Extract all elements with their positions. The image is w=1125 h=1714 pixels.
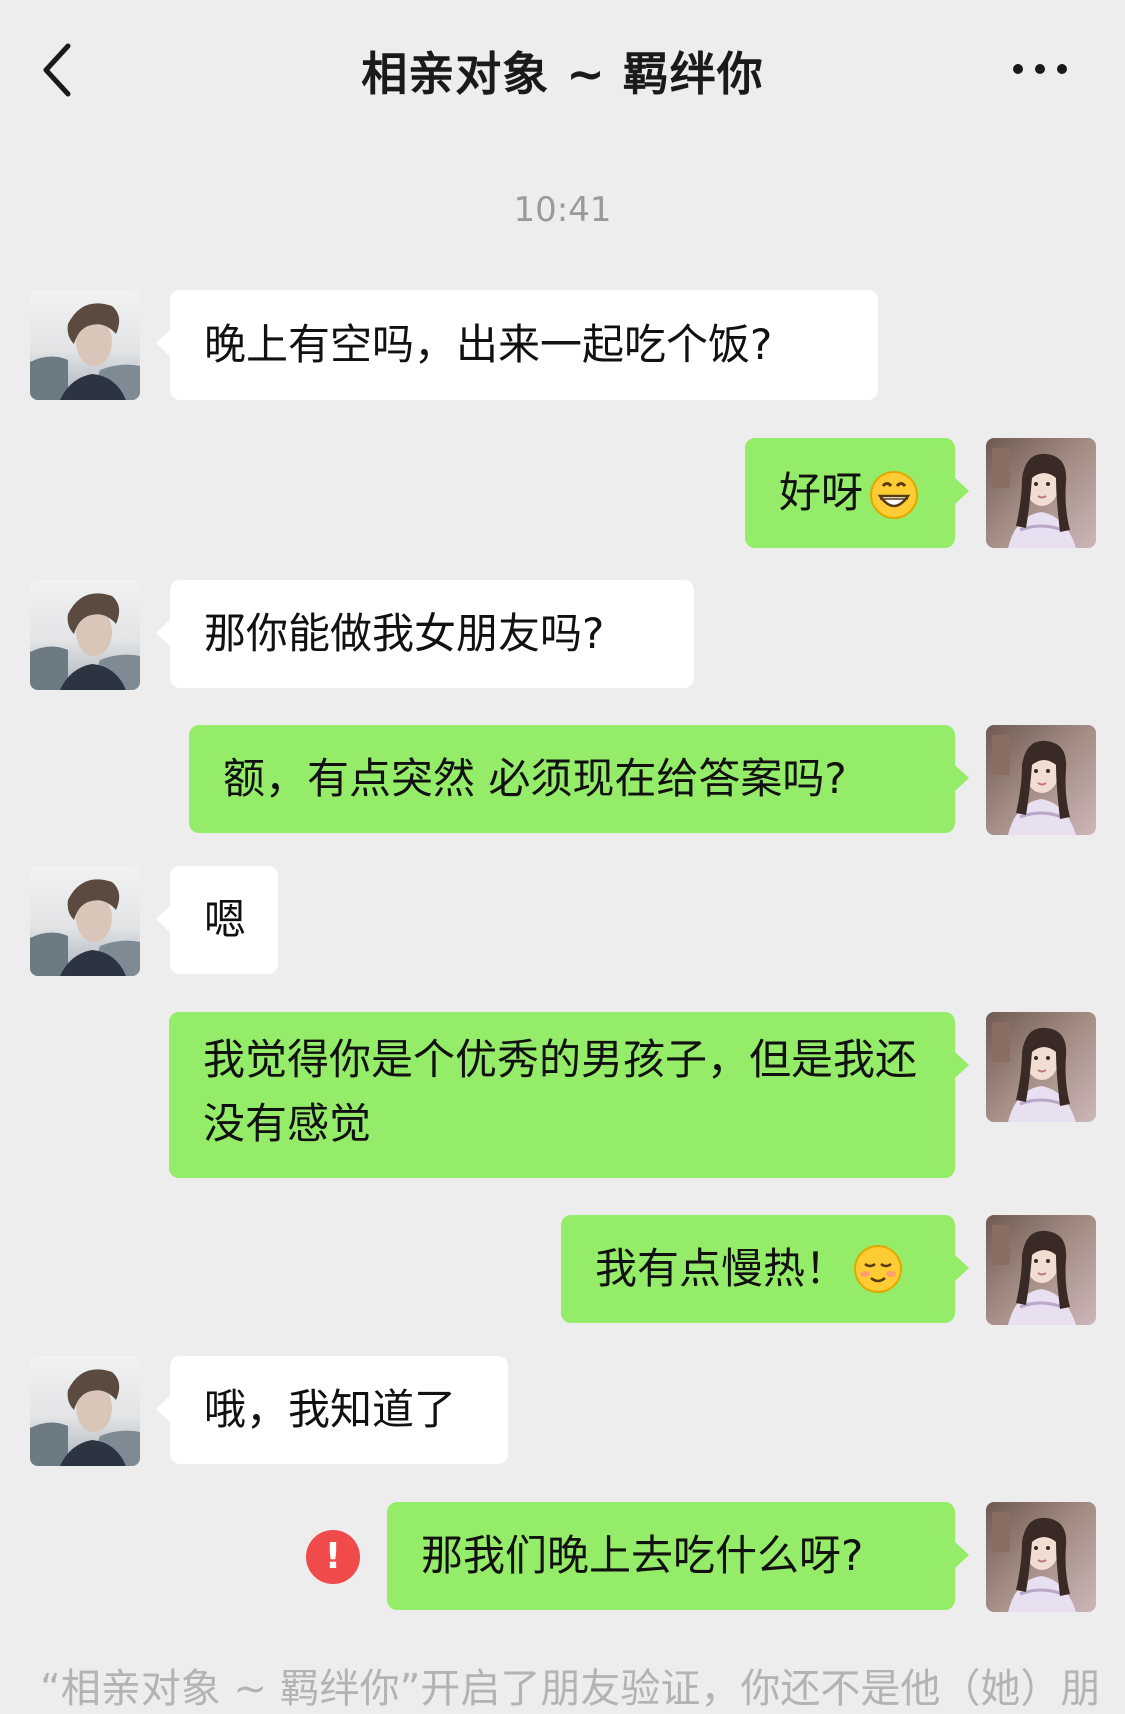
message-text: 我觉得你是个优秀的男孩子，但是我还没有感觉 [203,1035,918,1148]
chat-title: 相亲对象 ~ 羁绊你 [361,47,764,101]
message-text: 哦，我知道了 [204,1385,457,1434]
outgoing-message-bubble[interactable]: 额，有点突然 必须现在给答案吗? [189,725,969,833]
contact-avatar[interactable] [30,866,140,976]
my-avatar[interactable] [986,1215,1096,1325]
system-notice: “相亲对象 ~ 羁绊你”开启了朋友验证，你还不是他（她）朋友 [40,1666,1100,1712]
send-failed-icon[interactable]: ! [306,1530,360,1584]
chat-header: 相亲对象 ~ 羁绊你 [0,0,1125,140]
message-timestamp: 10:41 [513,190,612,230]
contact-avatar[interactable] [30,290,140,400]
message-text: 晚上有空吗，出来一起吃个饭? [204,320,773,369]
outgoing-message-bubble[interactable]: 好呀 [745,438,969,548]
contact-avatar[interactable] [30,1356,140,1466]
my-avatar[interactable] [986,725,1096,835]
message-text: 额，有点突然 必须现在给答案吗? [223,754,847,803]
my-avatar[interactable] [986,438,1096,548]
outgoing-message-bubble[interactable]: 我有点慢热！ [561,1215,969,1323]
outgoing-message-bubble[interactable]: 我觉得你是个优秀的男孩子，但是我还没有感觉 [169,1012,969,1178]
incoming-message-bubble[interactable]: 晚上有空吗，出来一起吃个饭? [156,290,878,400]
incoming-message-bubble[interactable]: 嗯 [156,866,278,974]
my-avatar[interactable] [986,1012,1096,1122]
my-avatar[interactable] [986,1502,1096,1612]
message-text: 我有点慢热！ [595,1244,848,1293]
outgoing-message-bubble[interactable]: 那我们晚上去吃什么呀? [387,1502,969,1610]
message-text: 那我们晚上去吃什么呀? [421,1531,864,1580]
message-text: 好呀 [779,468,864,517]
grinning-face-emoji [870,471,918,519]
incoming-message-bubble[interactable]: 那你能做我女朋友吗? [156,580,694,688]
incoming-message-bubble[interactable]: 哦，我知道了 [156,1356,508,1464]
more-button[interactable] [1010,56,1070,82]
message-text: 那你能做我女朋友吗? [204,609,605,658]
contact-avatar[interactable] [30,580,140,690]
more-dots-icon [1013,64,1067,74]
message-text: 嗯 [204,895,247,944]
shy-smile-emoji [854,1245,903,1293]
